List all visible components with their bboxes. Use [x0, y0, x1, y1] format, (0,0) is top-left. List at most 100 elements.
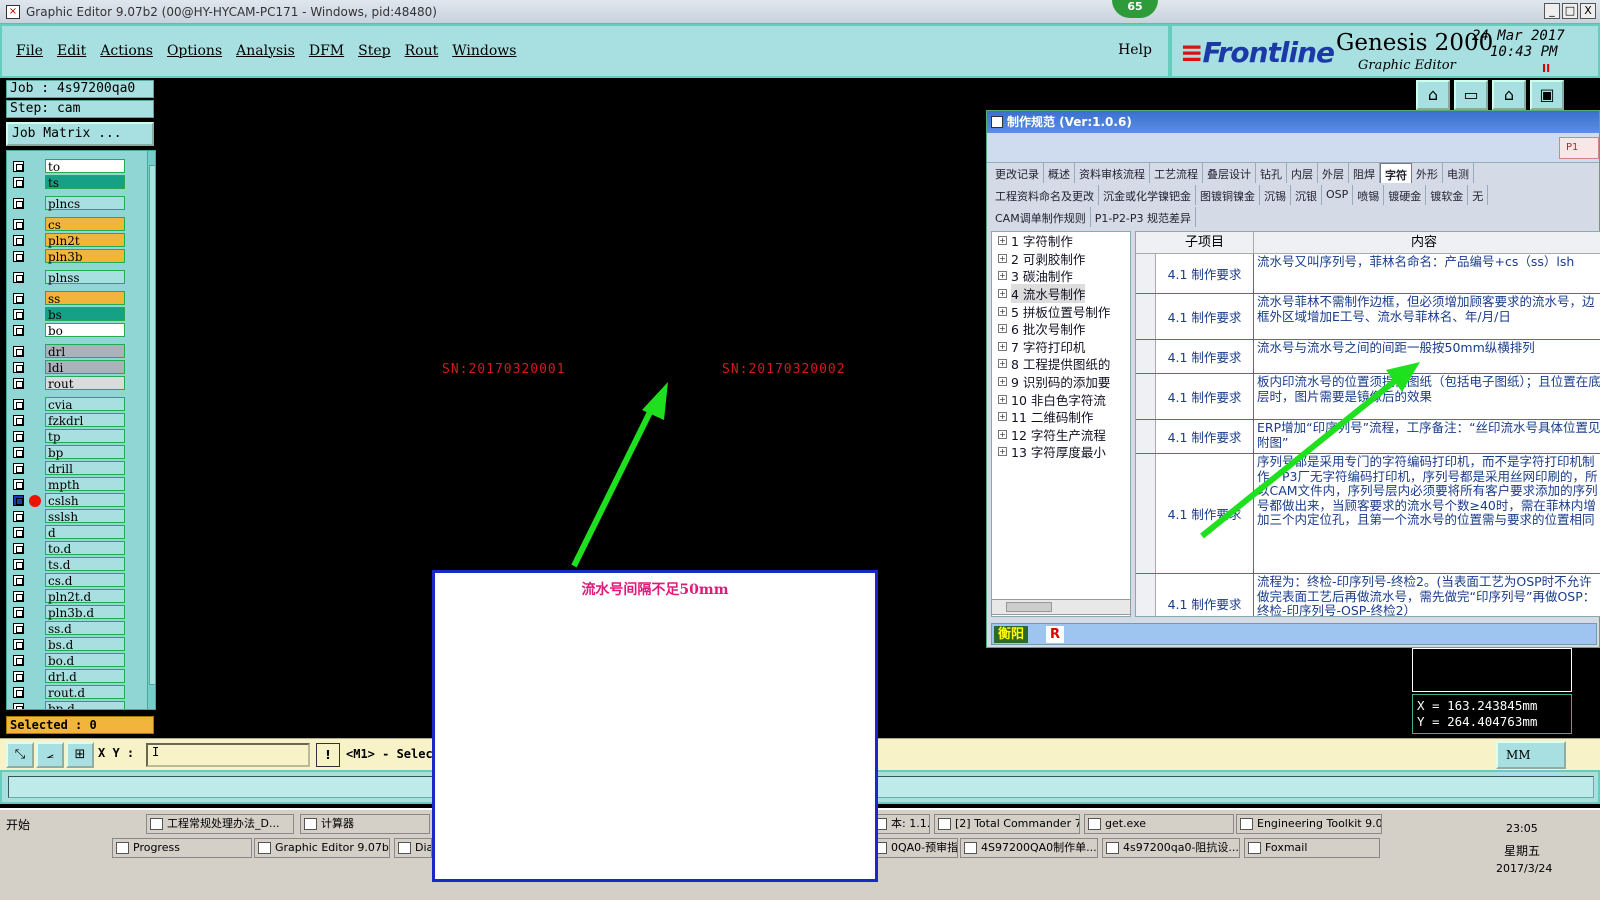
tree-node[interactable]: +8 工程提供图纸的	[992, 355, 1130, 373]
taskbar-item[interactable]: Dia	[394, 838, 432, 858]
tree-hscroll[interactable]	[991, 599, 1131, 615]
expand-icon[interactable]: +	[998, 236, 1007, 246]
taskbar-item[interactable]: 4S97200QA0制作单...	[960, 838, 1098, 858]
layer-row[interactable]: pln2t.d	[7, 589, 143, 604]
tree-node[interactable]: +9 识别码的添加要	[992, 373, 1130, 391]
menu-rout[interactable]: Rout	[405, 43, 439, 59]
layer-checkbox[interactable]	[13, 655, 24, 666]
menu-windows[interactable]: Windows	[452, 43, 516, 59]
menu-step[interactable]: Step	[358, 43, 390, 59]
tree-node[interactable]: +6 批次号制作	[992, 320, 1130, 338]
layer-name[interactable]: plncs	[45, 196, 125, 211]
layer-name[interactable]: pln2t	[45, 233, 125, 248]
layer-scrollbar[interactable]	[147, 151, 155, 709]
layer-row[interactable]: d	[7, 525, 143, 540]
layer-name[interactable]: plnss	[45, 270, 125, 285]
layer-checkbox[interactable]	[13, 447, 24, 458]
taskbar-item[interactable]: 工程常规处理办法_D...	[146, 814, 294, 834]
spec-tab[interactable]: 图镀铜镍金	[1196, 185, 1260, 205]
layer-name[interactable]: ts.d	[45, 557, 125, 572]
spec-tab[interactable]: 沉银	[1291, 185, 1322, 205]
table-row[interactable]: 4.1 制作要求 流水号与流水号之间的间距一般按50mm纵横排列	[1136, 340, 1600, 374]
xy-input[interactable]: I	[146, 743, 310, 767]
layer-row[interactable]: bo	[7, 323, 143, 338]
r-button[interactable]: R	[1046, 626, 1064, 643]
taskbar-item[interactable]: 本: 1.1...	[870, 814, 930, 834]
layer-checkbox[interactable]	[13, 293, 24, 304]
layer-checkbox[interactable]	[13, 272, 24, 283]
layer-checkbox[interactable]	[13, 346, 24, 357]
menu-edit[interactable]: Edit	[57, 43, 86, 59]
layer-checkbox[interactable]	[13, 198, 24, 209]
layer-name[interactable]: cs.d	[45, 573, 125, 588]
layer-checkbox[interactable]	[13, 161, 24, 172]
menu-options[interactable]: Options	[167, 43, 222, 59]
close-button[interactable]: X	[1580, 3, 1596, 19]
expand-icon[interactable]: +	[998, 253, 1007, 263]
spec-tab[interactable]: 镀硬金	[1384, 185, 1427, 205]
layer-row[interactable]: ts.d	[7, 557, 143, 572]
layer-checkbox[interactable]	[13, 362, 24, 373]
pause-icon[interactable]: II	[1542, 62, 1550, 75]
zoom-in-icon[interactable]: ⌂	[1492, 80, 1526, 110]
taskbar-item[interactable]: get.exe	[1084, 814, 1234, 834]
tree-node[interactable]: +1 字符制作	[992, 232, 1130, 250]
expand-icon[interactable]: +	[998, 324, 1007, 334]
tree-node[interactable]: +12 字符生产流程	[992, 426, 1130, 444]
layer-row[interactable]: ts	[7, 175, 143, 190]
layer-row[interactable]: bp	[7, 445, 143, 460]
layer-row[interactable]: cs	[7, 217, 143, 232]
layer-name[interactable]: to	[45, 159, 125, 174]
layer-checkbox[interactable]	[13, 251, 24, 262]
layer-row[interactable]: cs.d	[7, 573, 143, 588]
layer-name[interactable]: cvia	[45, 397, 125, 412]
row-header[interactable]	[1136, 374, 1156, 419]
layer-row[interactable]: rout.d	[7, 685, 143, 700]
layer-row[interactable]: bp.d	[7, 701, 143, 709]
snap-icon[interactable]: ⤡	[6, 742, 34, 768]
menu-dfm[interactable]: DFM	[309, 43, 344, 59]
spec-tab[interactable]: 沉锡	[1260, 185, 1291, 205]
spec-tab[interactable]: P1-P2-P3 规范差异	[1091, 207, 1197, 227]
row-header[interactable]	[1136, 340, 1156, 373]
layer-row[interactable]: bs.d	[7, 637, 143, 652]
maximize-button[interactable]: □	[1562, 3, 1578, 19]
row-header[interactable]	[1136, 454, 1156, 573]
tree-node[interactable]: +13 字符厚度最小	[992, 443, 1130, 461]
layer-checkbox[interactable]	[13, 575, 24, 586]
layer-name[interactable]: fzkdrl	[45, 413, 125, 428]
col-content[interactable]: 内容	[1254, 232, 1594, 254]
layer-row[interactable]: drl.d	[7, 669, 143, 684]
spec-tab[interactable]: 镀软金	[1426, 185, 1469, 205]
menu-analysis[interactable]: Analysis	[236, 43, 295, 59]
tree-node[interactable]: +11 二维码制作	[992, 408, 1130, 426]
layer-checkbox[interactable]	[13, 527, 24, 538]
menu-actions[interactable]: Actions	[100, 43, 153, 59]
table-row[interactable]: 4.1 制作要求 流水号菲林不需制作边框，但必须增加顾客要求的流水号，边框外区域增…	[1136, 294, 1600, 340]
spec-tab[interactable]: 阻焊	[1349, 163, 1380, 183]
tree-node[interactable]: +10 非白色字符流	[992, 390, 1130, 408]
taskbar-item[interactable]: 0QA0-预审指...	[870, 838, 958, 858]
spec-tab[interactable]: 沉金或化学镍钯金	[1099, 185, 1196, 205]
zoom-fit-icon[interactable]: ▭	[1454, 80, 1488, 110]
layer-checkbox[interactable]	[13, 309, 24, 320]
layer-checkbox[interactable]	[13, 623, 24, 634]
layer-name[interactable]: drl	[45, 344, 125, 359]
layer-name[interactable]: to.d	[45, 541, 125, 556]
layer-name[interactable]: ss.d	[45, 621, 125, 636]
layer-checkbox[interactable]	[13, 399, 24, 410]
layer-name[interactable]: bo	[45, 323, 125, 338]
table-row[interactable]: 4.1 制作要求 序列号都是采用专门的字符编码打印机，而不是字符打印机制作。P3厂…	[1136, 454, 1600, 574]
layer-name[interactable]: ts	[45, 175, 125, 190]
layer-checkbox[interactable]	[13, 415, 24, 426]
menu-file[interactable]: File	[16, 43, 43, 59]
alert-icon[interactable]: !	[316, 743, 340, 767]
layer-name[interactable]: ss	[45, 291, 125, 306]
minimize-button[interactable]: _	[1544, 3, 1560, 19]
layer-checkbox[interactable]	[13, 235, 24, 246]
spec-tab[interactable]: 电测	[1443, 163, 1474, 183]
taskbar-item[interactable]: Graphic Editor 9.07b...	[254, 838, 390, 858]
start-button[interactable]: 开始	[2, 814, 52, 836]
layer-row[interactable]: to.d	[7, 541, 143, 556]
tree-node[interactable]: +7 字符打印机	[992, 338, 1130, 356]
